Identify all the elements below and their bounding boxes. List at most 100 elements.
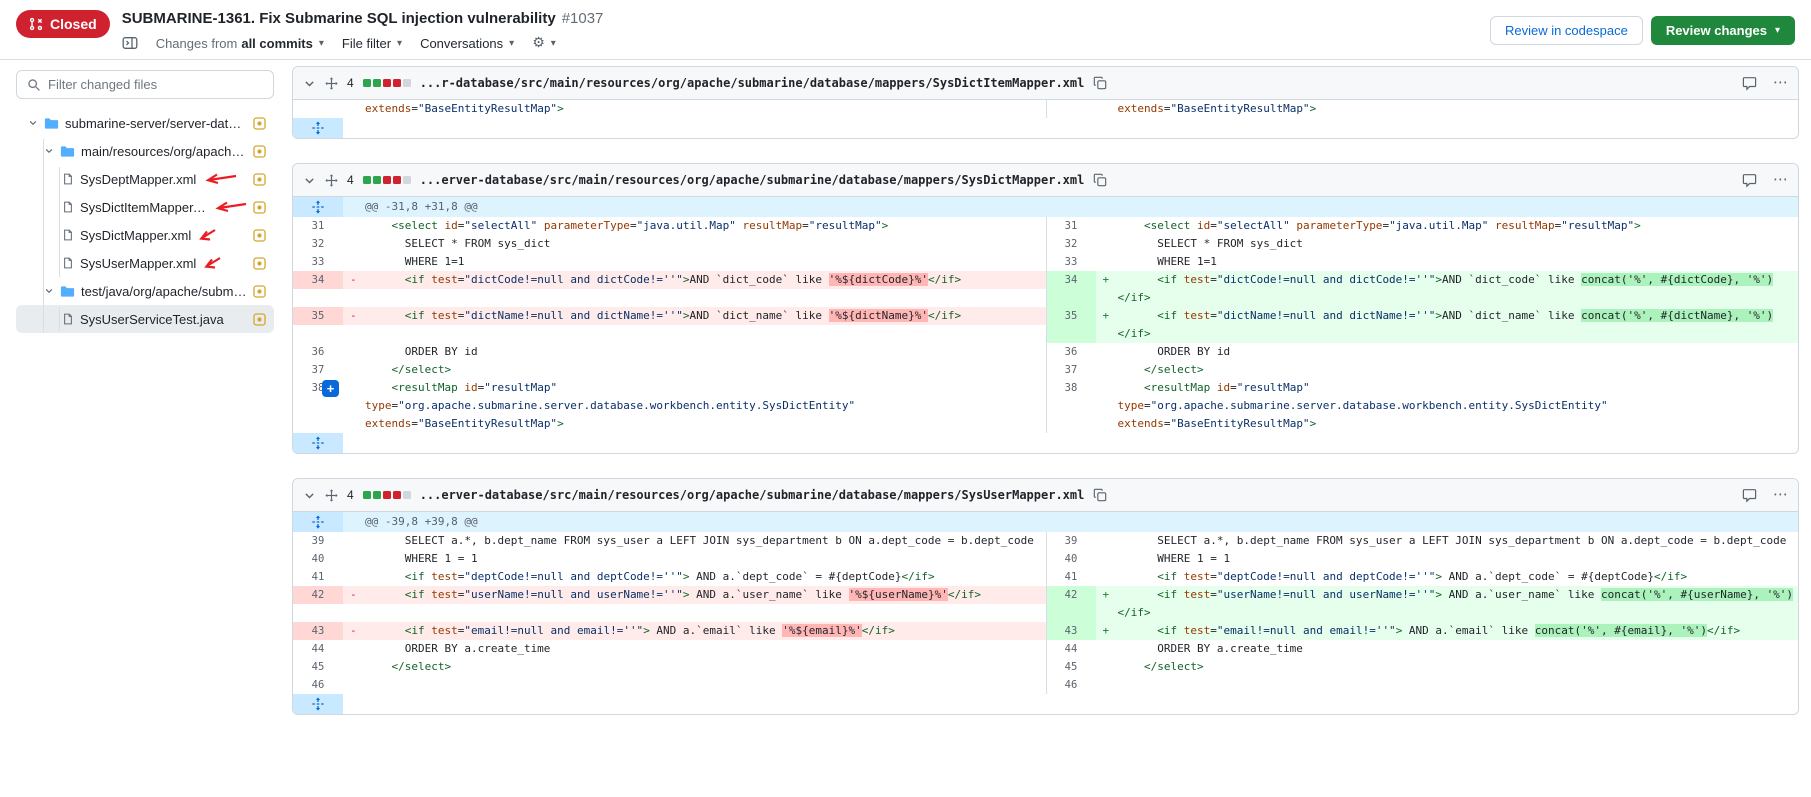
file-filter-dropdown[interactable]: File filter ▾: [342, 36, 402, 51]
line-number-blank: [293, 325, 343, 343]
tree-folder-row[interactable]: main/resources/org/apache/subm...: [16, 137, 274, 165]
file-filter-input[interactable]: [48, 77, 263, 92]
line-number[interactable]: 35: [1046, 307, 1096, 325]
diff-row: </if>: [293, 604, 1798, 622]
line-number[interactable]: 45: [293, 658, 343, 676]
diff-row: 32 SELECT * FROM sys_dict32 SELECT * FRO…: [293, 235, 1798, 253]
line-number[interactable]: 32: [293, 235, 343, 253]
diff-settings-gear[interactable]: ⚙ ▾: [532, 35, 556, 51]
line-number[interactable]: 39: [1046, 532, 1096, 550]
line-number[interactable]: 46: [1046, 676, 1096, 694]
tree-file-row[interactable]: SysUserMapper.xml: [16, 249, 274, 277]
line-number-blank: [1046, 397, 1096, 415]
code-cell: type="org.apache.submarine.server.databa…: [1096, 397, 1799, 415]
line-number[interactable]: 46: [293, 676, 343, 694]
line-number[interactable]: 44: [293, 640, 343, 658]
tree-item-label: test/java/org/apache/submarine/s...: [81, 284, 248, 299]
line-number[interactable]: 41: [293, 568, 343, 586]
diff-row: 31 <select id="selectAll" parameterType=…: [293, 217, 1798, 235]
tree-file-row[interactable]: SysDeptMapper.xml: [16, 165, 274, 193]
diffstat-square: [393, 176, 401, 184]
line-number[interactable]: 37: [1046, 361, 1096, 379]
file-tree: submarine-server/server-database/...main…: [16, 109, 274, 333]
tree-file-row[interactable]: SysDictItemMapper.xml: [16, 193, 274, 221]
file-path[interactable]: ...r-database/src/main/resources/org/apa…: [420, 76, 1085, 90]
modified-status-icon: [253, 229, 266, 242]
copy-path-button[interactable]: [1093, 488, 1107, 502]
copy-path-button[interactable]: [1093, 173, 1107, 187]
review-changes-button[interactable]: Review changes ▾: [1651, 16, 1795, 45]
tree-file-row[interactable]: SysUserServiceTest.java: [16, 305, 274, 333]
comment-icon[interactable]: [1742, 488, 1757, 503]
line-number[interactable]: 34: [1046, 271, 1096, 289]
line-number[interactable]: 33: [293, 253, 343, 271]
line-number[interactable]: 31: [293, 217, 343, 235]
drag-file-handle[interactable]: [325, 77, 338, 90]
line-number[interactable]: 34: [293, 271, 343, 289]
line-number[interactable]: 37: [293, 361, 343, 379]
code-cell: extends="BaseEntityResultMap">: [343, 100, 1046, 118]
expand-hunk-button[interactable]: [293, 512, 343, 532]
line-number[interactable]: 36: [1046, 343, 1096, 361]
changes-from-dropdown[interactable]: Changes from all commits ▾: [156, 36, 324, 51]
expand-hunk-button[interactable]: [293, 197, 343, 217]
diffstat-square: [363, 176, 371, 184]
line-number[interactable]: 40: [293, 550, 343, 568]
code-cell: - <if test="userName!=null and userName!…: [343, 586, 1046, 604]
tree-folder-row[interactable]: submarine-server/server-database/...: [16, 109, 274, 137]
file-tree-toggle-button[interactable]: [122, 35, 138, 51]
line-number[interactable]: 44: [1046, 640, 1096, 658]
modified-status-icon: [253, 313, 266, 326]
code-cell: extends="BaseEntityResultMap">: [1096, 415, 1799, 433]
line-number[interactable]: 36: [293, 343, 343, 361]
addition-sign: +: [1103, 271, 1110, 289]
line-number[interactable]: 41: [1046, 568, 1096, 586]
review-in-codespace-button[interactable]: Review in codespace: [1490, 16, 1643, 45]
copy-path-button[interactable]: [1093, 76, 1107, 90]
line-number[interactable]: 43: [293, 622, 343, 640]
collapse-file-button[interactable]: [303, 174, 316, 187]
line-number[interactable]: 38+: [293, 379, 343, 397]
comment-icon[interactable]: [1742, 173, 1757, 188]
expand-diff-button[interactable]: [293, 118, 343, 138]
diffstat-square: [383, 176, 391, 184]
line-number[interactable]: 42: [1046, 586, 1096, 604]
add-line-comment-button[interactable]: +: [322, 380, 339, 397]
line-number[interactable]: 40: [1046, 550, 1096, 568]
tree-file-row[interactable]: SysDictMapper.xml: [16, 221, 274, 249]
expand-diff-button[interactable]: [293, 694, 343, 714]
modified-status-icon: [253, 257, 266, 270]
line-number-blank: [1046, 415, 1096, 433]
line-number[interactable]: 32: [1046, 235, 1096, 253]
diffstat-square: [403, 79, 411, 87]
code-cell: [343, 289, 1046, 307]
drag-file-handle[interactable]: [325, 489, 338, 502]
line-number[interactable]: 33: [1046, 253, 1096, 271]
tree-folder-row[interactable]: test/java/org/apache/submarine/s...: [16, 277, 274, 305]
code-cell: SELECT * FROM sys_dict: [343, 235, 1046, 253]
collapse-file-button[interactable]: [303, 77, 316, 90]
line-number[interactable]: 38: [1046, 379, 1096, 397]
line-number[interactable]: 39: [293, 532, 343, 550]
comment-icon[interactable]: [1742, 76, 1757, 91]
file-path[interactable]: ...erver-database/src/main/resources/org…: [420, 173, 1085, 187]
pr-status-label: Closed: [50, 16, 97, 32]
expand-diff-button[interactable]: [293, 433, 343, 453]
folder-icon: [60, 145, 75, 158]
caret-down-icon: ▾: [509, 38, 514, 49]
line-number[interactable]: 31: [1046, 217, 1096, 235]
annotation-arrow-icon: [202, 172, 238, 186]
code-cell: extends="BaseEntityResultMap">: [343, 415, 1046, 433]
diff-row: 39 SELECT a.*, b.dept_name FROM sys_user…: [293, 532, 1798, 550]
line-number[interactable]: 43: [1046, 622, 1096, 640]
line-number[interactable]: 42: [293, 586, 343, 604]
diffstat-square: [373, 491, 381, 499]
line-number[interactable]: 45: [1046, 658, 1096, 676]
drag-file-handle[interactable]: [325, 174, 338, 187]
collapse-file-button[interactable]: [303, 489, 316, 502]
conversations-dropdown[interactable]: Conversations ▾: [420, 36, 514, 51]
diffstat-square: [373, 176, 381, 184]
diffstat: [363, 79, 411, 87]
file-path[interactable]: ...erver-database/src/main/resources/org…: [420, 488, 1085, 502]
line-number[interactable]: 35: [293, 307, 343, 325]
